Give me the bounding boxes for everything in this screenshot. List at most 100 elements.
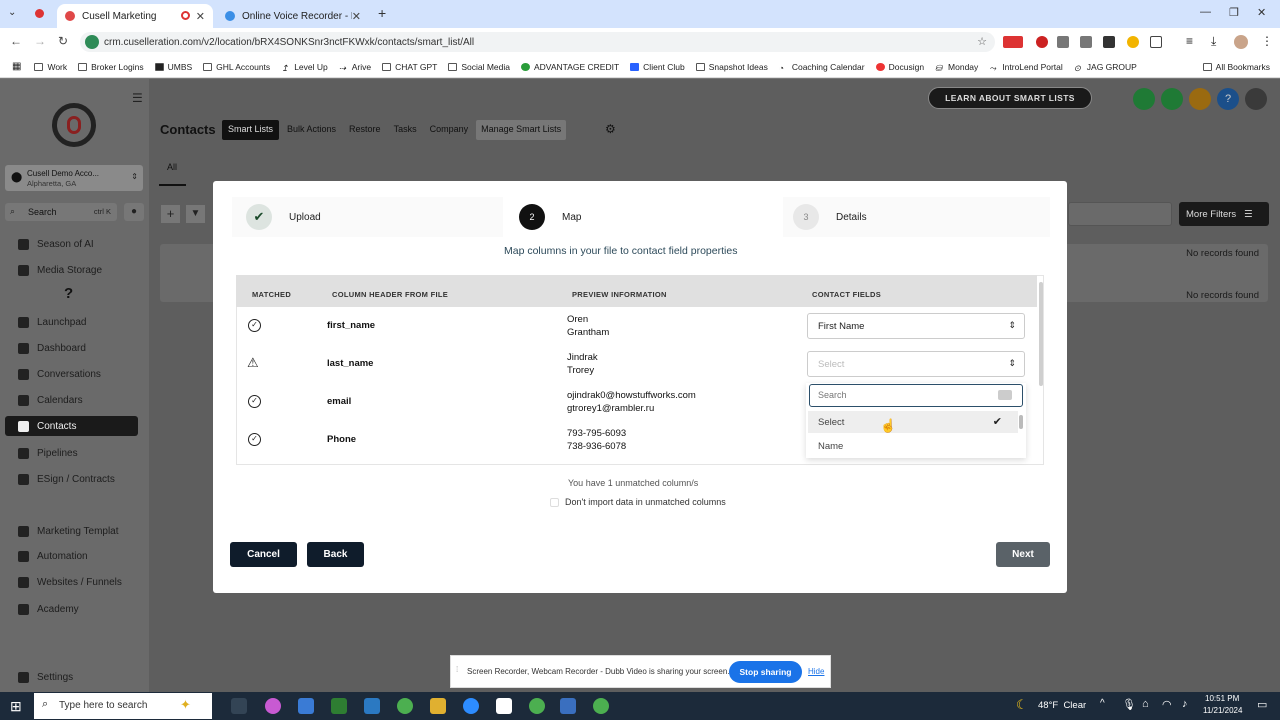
tab-company[interactable]: Company bbox=[425, 120, 474, 140]
bookmark-item[interactable]: Client Club bbox=[630, 62, 685, 72]
outlook-icon[interactable] bbox=[364, 698, 380, 714]
bookmark-item[interactable]: Social Media bbox=[448, 62, 510, 72]
hide-link[interactable]: Hide bbox=[808, 667, 824, 676]
add-icon[interactable]: + bbox=[161, 205, 180, 223]
next-button[interactable]: Next bbox=[996, 542, 1050, 567]
filter-icon[interactable]: ▼ bbox=[186, 205, 205, 223]
chrome-icon[interactable] bbox=[529, 698, 545, 714]
user-icon[interactable]: ● bbox=[124, 203, 144, 221]
dropdown-option-select[interactable]: Select ✔ bbox=[808, 411, 1018, 433]
bookmark-item[interactable]: Docusign bbox=[875, 62, 924, 72]
copilot-icon[interactable] bbox=[265, 698, 281, 714]
menu-kebab-icon[interactable]: ⋮ bbox=[1261, 34, 1273, 48]
tab-manage-smart-lists[interactable]: Manage Smart Lists bbox=[476, 120, 567, 140]
extension-icon[interactable] bbox=[1057, 36, 1069, 48]
bookmark-item[interactable]: ⇢ Arive bbox=[339, 62, 371, 73]
site-info-icon[interactable] bbox=[85, 35, 99, 49]
help-circle-icon[interactable]: ? bbox=[1217, 88, 1239, 110]
contact-field-select[interactable]: Select ⇕ bbox=[807, 351, 1025, 377]
extension-icon[interactable] bbox=[1103, 36, 1115, 48]
bookmark-item[interactable]: Snapshot Ideas bbox=[695, 62, 768, 72]
contacts-search-input[interactable] bbox=[1068, 202, 1172, 226]
clock-date[interactable]: 11/21/2024 bbox=[1203, 706, 1242, 715]
back-button[interactable]: Back bbox=[307, 542, 364, 567]
tab-voice-recorder[interactable]: Online Voice Recorder - Record ✕ bbox=[217, 4, 369, 28]
recorder-extension-icon[interactable] bbox=[1003, 36, 1023, 48]
bookmark-item[interactable]: ◔ Coaching Calendar bbox=[779, 62, 865, 73]
more-filters-button[interactable]: More Filters ☰ bbox=[1179, 202, 1269, 226]
sidebar-item-dashboard[interactable]: Dashboard bbox=[0, 338, 140, 358]
tray-chevron-icon[interactable]: ^ bbox=[1100, 698, 1105, 709]
bookmark-item[interactable]: Work bbox=[34, 62, 67, 72]
new-tab-icon[interactable]: + bbox=[378, 5, 386, 21]
tab-cusell-marketing[interactable]: Cusell Marketing ✕ bbox=[57, 4, 213, 28]
file-explorer-icon[interactable] bbox=[430, 698, 446, 714]
app-icon[interactable] bbox=[560, 698, 576, 714]
tab-smart-lists[interactable]: Smart Lists bbox=[222, 120, 280, 140]
tab-restore[interactable]: Restore bbox=[344, 120, 386, 140]
zoom-icon[interactable] bbox=[463, 698, 479, 714]
microphone-icon[interactable]: 🎙 bbox=[1122, 698, 1136, 711]
user-avatar[interactable] bbox=[1245, 88, 1267, 110]
sidebar-item-websites[interactable]: Websites / Funnels bbox=[0, 572, 140, 592]
sidebar-item-automation[interactable]: Automation bbox=[0, 546, 140, 566]
wifi-icon[interactable]: ◠ bbox=[1162, 698, 1172, 711]
close-icon[interactable]: ✕ bbox=[196, 10, 205, 23]
notifications-icon[interactable]: ▭ bbox=[1257, 698, 1267, 711]
account-switcher[interactable]: ⬤ Cusell Demo Acco... Alpharetta, GA ⇕ bbox=[5, 165, 143, 191]
bookmark-item[interactable]: ⛁ Monday bbox=[935, 62, 978, 73]
tab-bulk-actions[interactable]: Bulk Actions bbox=[282, 120, 341, 140]
volume-icon[interactable]: ♪ bbox=[1182, 698, 1188, 710]
subtab-all[interactable]: All bbox=[167, 162, 177, 172]
profile-avatar[interactable] bbox=[1234, 35, 1248, 49]
extensions-puzzle-icon[interactable] bbox=[1150, 36, 1162, 48]
task-view-icon[interactable] bbox=[231, 698, 247, 714]
url-input[interactable]: crm.cuselleration.com/v2/location/bRX4SO… bbox=[80, 32, 995, 52]
dropdown-option-name[interactable]: Name bbox=[808, 435, 1018, 457]
phone-icon[interactable] bbox=[1133, 88, 1155, 110]
sidebar-item-esign[interactable]: ESign / Contracts bbox=[0, 469, 140, 489]
sidebar-item-calendars[interactable]: Calendars bbox=[0, 390, 140, 410]
dropdown-scrollbar[interactable] bbox=[1019, 415, 1023, 429]
sidebar-item-contacts[interactable]: Contacts bbox=[5, 416, 138, 436]
bookmark-item[interactable]: ADVANTAGE CREDIT bbox=[521, 62, 619, 72]
bookmark-item[interactable]: UMBS bbox=[154, 62, 192, 72]
extension-icon[interactable] bbox=[1080, 36, 1092, 48]
bookmark-item[interactable]: GHL Accounts bbox=[203, 62, 270, 72]
sidebar-item-media-storage[interactable]: Media Storage bbox=[0, 260, 140, 280]
reload-icon[interactable]: ↻ bbox=[58, 34, 68, 48]
window-close-icon[interactable]: ✕ bbox=[1257, 6, 1266, 19]
all-bookmarks[interactable]: All Bookmarks bbox=[1202, 62, 1270, 72]
sidebar-item-marketing[interactable]: Marketing Templat bbox=[0, 521, 140, 541]
forward-icon[interactable]: → bbox=[34, 34, 46, 48]
gear-icon[interactable]: ⚙ bbox=[605, 122, 616, 136]
contact-field-select[interactable]: First Name ⇕ bbox=[807, 313, 1025, 339]
weather-text[interactable]: 48°F Clear bbox=[1038, 700, 1086, 711]
megaphone-icon[interactable] bbox=[1161, 88, 1183, 110]
cancel-button[interactable]: Cancel bbox=[230, 542, 297, 567]
app-icon[interactable] bbox=[496, 698, 512, 714]
close-icon[interactable]: ✕ bbox=[352, 10, 361, 23]
bookmark-item[interactable]: ↥ Level Up bbox=[281, 62, 328, 73]
notification-bell-icon[interactable] bbox=[1189, 88, 1211, 110]
chrome-icon[interactable] bbox=[397, 698, 413, 714]
minimize-icon[interactable]: — bbox=[1200, 6, 1211, 18]
tab-tasks[interactable]: Tasks bbox=[389, 120, 422, 140]
calculator-icon[interactable] bbox=[331, 698, 347, 714]
stop-sharing-button[interactable]: Stop sharing bbox=[729, 661, 802, 683]
bookmark-item[interactable]: Broker Logins bbox=[78, 62, 144, 72]
sidebar-item-season-of-ai[interactable]: Season of AI bbox=[0, 234, 140, 254]
tab-menu-icon[interactable]: ⌄ bbox=[8, 7, 16, 18]
apps-grid-icon[interactable]: ▦ bbox=[12, 61, 21, 72]
back-icon[interactable]: ← bbox=[10, 34, 22, 48]
bookmark-item[interactable]: CHAT GPT bbox=[382, 62, 437, 72]
sidebar-item-settings[interactable]: Settings bbox=[0, 667, 140, 687]
drag-handle-icon[interactable]: ⁞ bbox=[456, 665, 458, 674]
dropdown-search-input[interactable]: Search bbox=[809, 384, 1023, 407]
sidebar-item-pipelines[interactable]: Pipelines bbox=[0, 443, 140, 463]
sidebar-item-launchpad[interactable]: Launchpad bbox=[0, 312, 140, 332]
download-icon[interactable]: ⤓ bbox=[1211, 34, 1216, 49]
chrome-icon[interactable] bbox=[593, 698, 609, 714]
bookmark-star-icon[interactable]: ☆ bbox=[977, 35, 987, 48]
dont-import-checkbox[interactable] bbox=[550, 498, 559, 507]
